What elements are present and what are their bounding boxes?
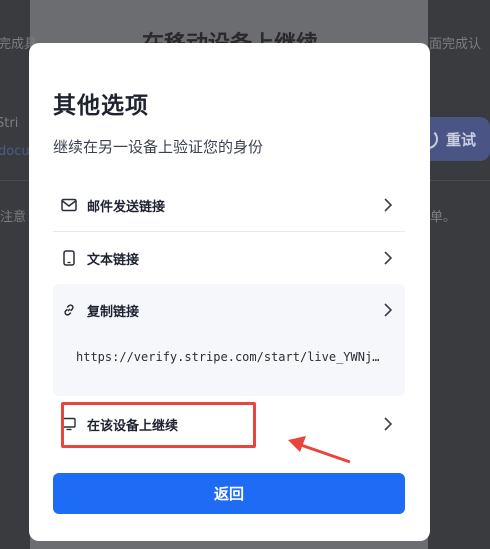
- option-label: 邮件发送链接: [87, 199, 166, 215]
- chevron-right-icon: [384, 251, 393, 265]
- modal-subtitle: 继续在另一设备上验证您的身份: [53, 138, 264, 156]
- background-text: 单。: [430, 210, 457, 225]
- phone-icon: [61, 250, 77, 266]
- background-text: 注意: [0, 210, 27, 225]
- modal-title: 其他选项: [53, 93, 149, 119]
- annotation-arrow-icon: [288, 436, 351, 464]
- chevron-right-icon: [384, 198, 393, 212]
- option-text-link[interactable]: 文本链接: [53, 232, 405, 284]
- mail-icon: [61, 197, 77, 213]
- option-label: 复制链接: [87, 304, 140, 320]
- background-text: 面完成认: [429, 37, 482, 52]
- background-text: Stri: [0, 116, 19, 131]
- option-copy-link[interactable]: 复制链接 https://verify.stripe.com/start/liv…: [53, 284, 405, 396]
- chevron-right-icon: [384, 417, 393, 431]
- option-email-link[interactable]: 邮件发送链接: [53, 179, 405, 231]
- link-icon: [61, 302, 77, 318]
- copy-link-url[interactable]: https://verify.stripe.com/start/live_YWN…: [76, 350, 379, 364]
- back-button[interactable]: 返回: [53, 473, 405, 514]
- background-retry-label: 重试: [445, 130, 476, 149]
- background-link: docu: [0, 144, 30, 159]
- chevron-right-icon: [384, 303, 393, 317]
- annotation-highlight-box: [61, 402, 256, 448]
- options-modal: 其他选项 继续在另一设备上验证您的身份 邮件发送链接 文本链接 复制链接 htt…: [29, 43, 430, 541]
- option-label: 文本链接: [87, 252, 140, 268]
